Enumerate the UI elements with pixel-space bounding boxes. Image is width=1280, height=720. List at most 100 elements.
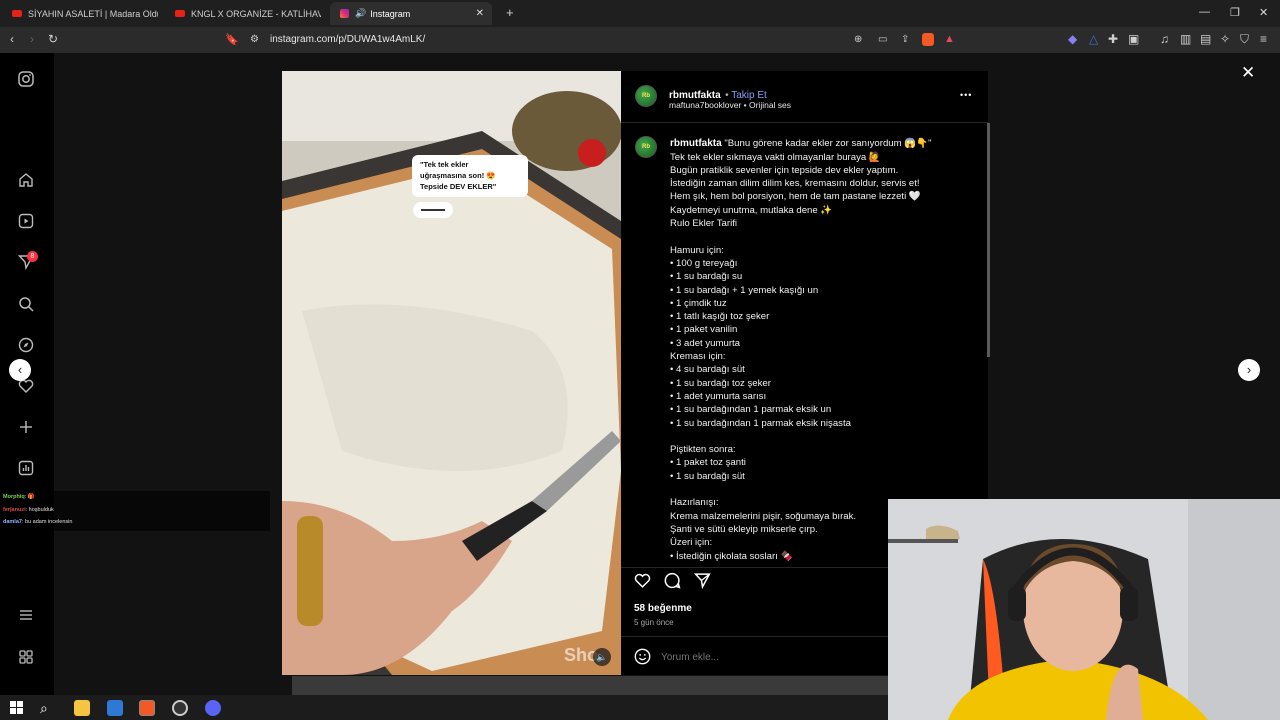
caption-line: Kaydetmeyi unutma, mutlaka dene ✨ [670,204,833,216]
caption-line: Kreması için: [670,351,726,362]
share-icon[interactable]: ⇪ [901,34,909,46]
discord-icon[interactable] [205,700,221,716]
browser-tab-youtube-1[interactable]: SİYAHIN ASALETİ | Madara Olduk #64 [2,2,162,25]
tab-title: Instagram [370,8,411,19]
video-text-sticker: "Tek tek ekler uğraşmasına son! 😍 Tepsid… [412,155,528,197]
caption-line: • 1 tatlı kaşığı toz şeker [670,311,770,323]
author-avatar[interactable]: Rb [635,85,657,107]
caption-line: İstediğin zaman dilim dilim kes, kreması… [670,178,920,190]
brave-browser-icon[interactable] [139,700,155,716]
screenshot-icon[interactable]: ▣ [1128,33,1139,45]
zoom-icon[interactable]: ⊕ [854,34,862,46]
stream-chat: Morphiq: 🎁 ferjanuzi: hoşbulduk damla7: … [0,491,270,531]
browser-tab-youtube-2[interactable]: KNGL X ORGANİZE - KATLİHAV 4 (OF [165,2,325,25]
url-text[interactable]: instagram.com/p/DUWA1w4AmLK/ [270,34,425,45]
dashboard-icon[interactable] [17,460,35,478]
next-post-button[interactable]: › [1238,359,1260,381]
share-post-icon[interactable] [693,572,711,594]
address-bar[interactable]: 🔖 ⚙ instagram.com/p/DUWA1w4AmLK/ ⊕ ▭ ⇪ ▲ [222,29,964,51]
emoji-icon[interactable] [634,648,651,670]
sticker-line: uğraşmasına son! 😍 [420,171,496,180]
comment-input[interactable] [661,649,881,665]
brave-rewards-icon[interactable]: ▲ [944,33,955,45]
site-info-icon[interactable]: ⚙ [250,34,259,46]
tab-title: SİYAHIN ASALETİ | Madara Olduk #64 [28,8,158,19]
new-tab-button[interactable]: + [496,1,514,24]
caption-avatar[interactable]: Rb [635,136,657,158]
mute-toggle-icon[interactable]: 🔈 [593,648,611,666]
leo-icon[interactable]: ◆ [1068,33,1077,45]
like-icon[interactable] [634,572,651,594]
media-icon[interactable]: ♫ [1160,33,1169,45]
chat-message: Morphiq: 🎁 [3,494,35,500]
post-time[interactable]: 5 gün önce [634,618,674,627]
reels-icon[interactable] [17,213,35,231]
explore-icon[interactable] [17,337,35,355]
puzzle-icon[interactable]: ✚ [1108,33,1118,45]
caption-line: • 1 su bardağından 1 parmak eksik un [670,404,832,416]
caption-username[interactable]: rbmutfakta [670,138,722,149]
windows-start-icon[interactable] [10,701,23,714]
bookmark-icon[interactable]: 🔖 [225,34,239,46]
search-icon[interactable] [17,296,35,314]
home-icon[interactable] [17,172,35,190]
brave-shield-icon[interactable] [922,33,934,46]
close-icon[interactable]: ✕ [476,8,484,19]
like-count[interactable]: 58 beğenme [634,603,692,614]
chat-user: damla7 [3,519,22,525]
messages-icon[interactable]: 8 [17,251,38,272]
caption-line: • 100 g tereyağı [670,257,738,269]
caption-line: Şanti ve sütü ekleyip mikserle çırp. [670,523,818,535]
chat-user: ferjanuzi [3,507,26,513]
back-icon[interactable]: ‹ [10,33,14,45]
caption-line: Üzeri için: [670,537,713,549]
windows-taskbar: ⌕ [0,695,888,720]
wallet-icon[interactable]: ▤ [1200,33,1211,45]
app-icon[interactable] [107,700,123,716]
caption-line: • 1 adet yumurta sarısı [670,390,767,402]
post-video[interactable]: "Tek tek ekler uğraşmasına son! 😍 Tepsid… [282,71,621,675]
more-options-icon[interactable]: ••• [960,90,972,100]
browser-tab-strip: SİYAHIN ASALETİ | Madara Olduk #64 KNGL … [0,0,1280,27]
caption-line: • İstediğin çikolata sosları 🍫 [670,550,793,562]
instagram-icon [340,9,349,18]
browser-tab-instagram[interactable]: 🔊 Instagram ✕ [330,2,492,25]
caption-line: • 1 su bardağı su [670,271,743,283]
menu-icon[interactable]: ≡ [1260,33,1267,45]
caption-line: Bugün pratiklik sevenler için tepside de… [670,164,899,176]
video-thumbnail-strip [292,676,888,695]
sidebar-toggle-icon[interactable]: ▥ [1180,33,1191,45]
instagram-logo-icon[interactable] [17,71,35,89]
caption-line: Krema malzemelerini pişir, soğumaya bıra… [670,510,857,522]
sticker-line: Tepside DEV EKLER" [420,182,497,191]
comment-icon[interactable] [664,572,681,594]
window-close-icon[interactable]: ✕ [1259,6,1268,19]
caption-scrollbar[interactable] [987,123,990,357]
chat-text: : hoşbulduk [25,507,54,513]
caption-line: Tek tek ekler sıkmaya vakti olmayanlar b… [670,151,881,163]
browser-toolbar: ‹ › ↻ 🔖 ⚙ instagram.com/p/DUWA1w4AmLK/ ⊕… [0,27,1280,53]
chat-message: damla7: bu adam incelensin [3,519,72,525]
previous-post-button[interactable]: ‹ [9,359,31,381]
forward-icon[interactable]: › [30,33,34,45]
taskbar-search-icon[interactable]: ⌕ [40,700,48,717]
audio-subtitle[interactable]: maftuna7booklover • Orijinal ses [669,100,791,110]
caption-line: Hem şık, hem bol porsiyon, hem de tam pa… [670,191,921,203]
close-modal-icon[interactable]: ✕ [1241,63,1255,83]
more-menu-icon[interactable] [17,607,35,625]
also-from-meta-icon[interactable] [17,649,35,667]
file-explorer-icon[interactable] [74,700,90,716]
reload-icon[interactable]: ↻ [48,33,58,45]
caption-line: • 1 su bardağı toz şeker [670,377,771,389]
restore-icon[interactable]: ❐ [1230,6,1240,19]
create-icon[interactable] [17,419,35,437]
caption-line: • 3 adet yumurta [670,337,741,349]
caption-line: Hazırlanışı: [670,497,719,509]
extension-icon[interactable]: △ [1089,33,1098,45]
ai-icon[interactable]: ✧ [1220,33,1230,45]
minimize-icon[interactable]: — [1199,6,1210,18]
cast-icon[interactable]: ▭ [878,34,887,46]
youtube-icon [12,10,22,17]
vpn-icon[interactable]: ⛉ [1240,33,1249,45]
obs-icon[interactable] [172,700,188,716]
